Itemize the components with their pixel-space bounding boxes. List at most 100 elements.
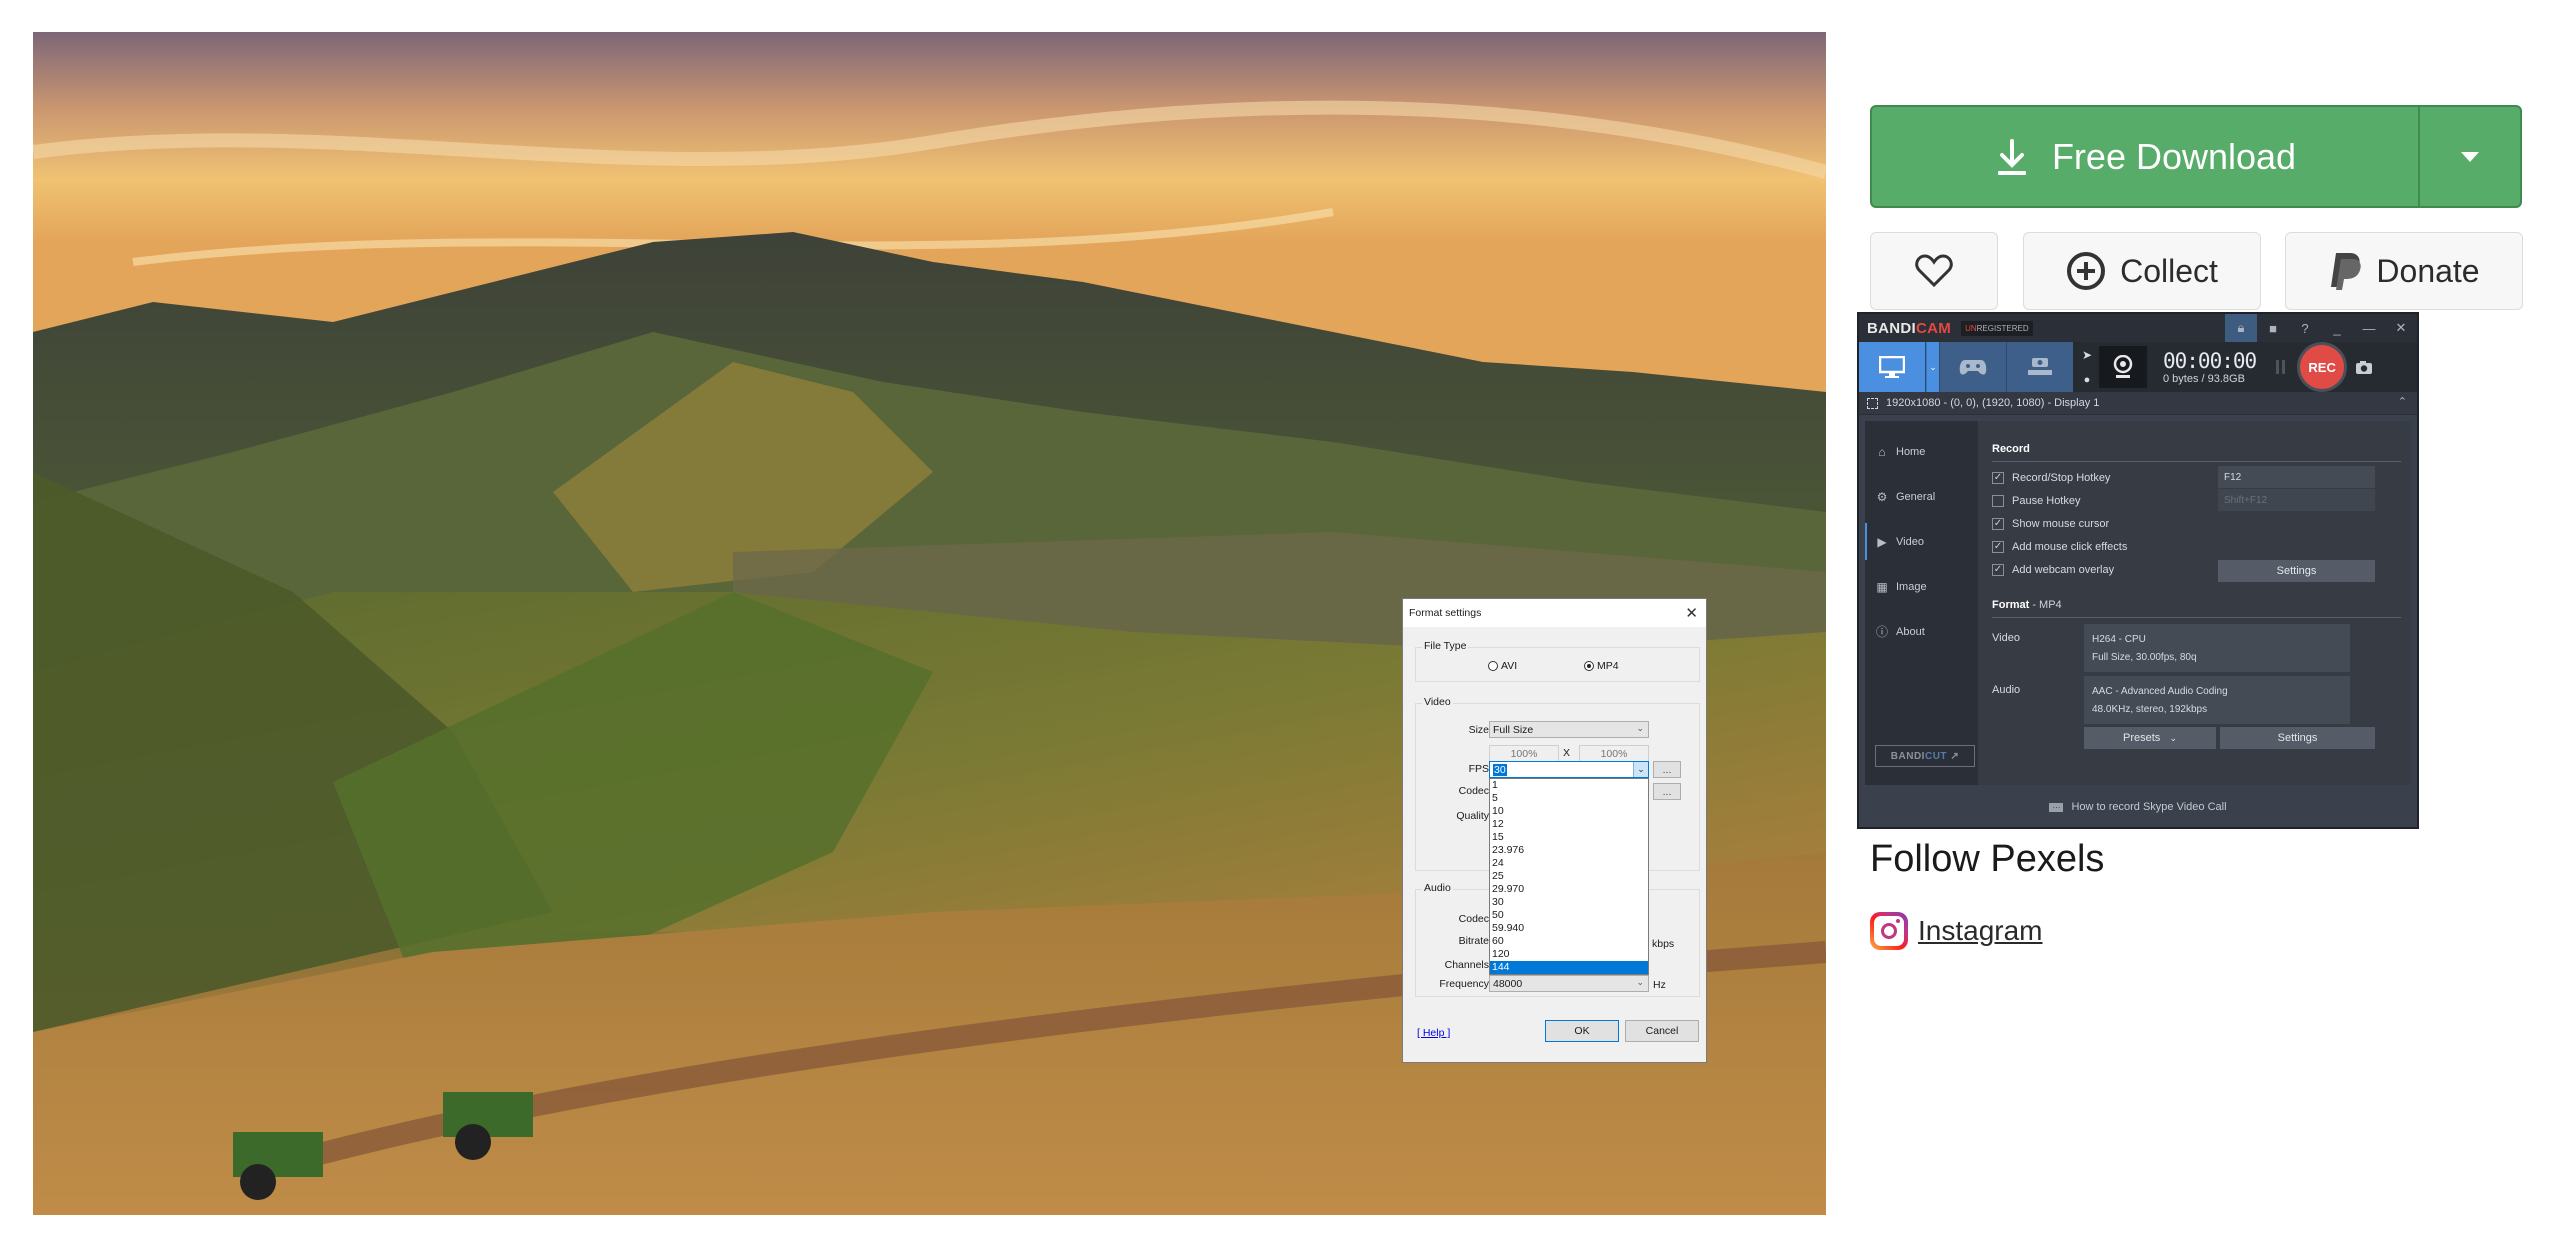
- chevron-up-icon[interactable]: ⌃: [2398, 395, 2407, 408]
- free-download-main[interactable]: Free Download: [1872, 107, 2418, 206]
- region-icon: [1867, 397, 1878, 409]
- free-download-label: Free Download: [2051, 135, 2297, 177]
- ok-button[interactable]: OK: [1545, 1020, 1619, 1042]
- recording-status: 00:00:00 0 bytes / 93.8GB: [2163, 342, 2257, 392]
- fps-option[interactable]: 23.976: [1490, 844, 1648, 857]
- screenshot-button[interactable]: [2355, 342, 2373, 392]
- fps-option[interactable]: 29.970: [1490, 883, 1648, 896]
- width-percent-field[interactable]: 100%: [1489, 745, 1559, 762]
- bandicam-logo: BANDICAM: [1867, 319, 1952, 337]
- fps-select[interactable]: 30 ⌄: [1489, 761, 1649, 778]
- pause-hotkey-checkbox[interactable]: [1992, 494, 2004, 507]
- fps-dropdown-list: 1 5 10 12 15 23.976 24 25 29.970 30 50 59.940 60 120 1…: [1489, 778, 1649, 975]
- webcam-overlay-checkbox[interactable]: ✓: [1992, 563, 2004, 576]
- lock-icon[interactable]: 🔒︎: [2225, 314, 2257, 342]
- plus-circle-icon: [2067, 252, 2106, 290]
- option-show-mouse-cursor: ✓ Show mouse cursor: [1992, 517, 2110, 530]
- option-mouse-click-effects: ✓ Add mouse click effects: [1992, 540, 2128, 553]
- option-webcam-overlay: ✓ Add webcam overlay Settings: [1992, 558, 2401, 582]
- device-mode-button[interactable]: [2007, 342, 2073, 392]
- fps-option[interactable]: 120: [1490, 948, 1648, 961]
- chevron-down-icon: ⌄: [1636, 977, 1644, 987]
- nav-video[interactable]: ▶ Video: [1865, 519, 1978, 564]
- recording-timer: 00:00:00: [2163, 349, 2257, 373]
- follow-heading: Follow Pexels: [1870, 838, 2105, 880]
- webcam-button[interactable]: [2099, 346, 2147, 388]
- fps-more-button[interactable]: ...: [1653, 761, 1681, 778]
- heart-icon: [1915, 254, 1953, 288]
- folder-icon[interactable]: ■: [2257, 314, 2289, 342]
- microphone-icon[interactable]: ●: [2084, 374, 2091, 386]
- free-download-button[interactable]: Free Download: [1870, 105, 2522, 208]
- tip-link[interactable]: ⋯ How to record Skype Video Call: [1859, 787, 2417, 827]
- presets-button[interactable]: Presets ⌄: [2084, 727, 2216, 749]
- format-heading: Format - MP4: [1992, 599, 2401, 618]
- hdmi-icon: [2028, 358, 2052, 375]
- cancel-button[interactable]: Cancel: [1625, 1020, 1699, 1042]
- click-effects-checkbox[interactable]: ✓: [1992, 540, 2004, 553]
- fps-option[interactable]: 50: [1490, 909, 1648, 922]
- show-cursor-checkbox[interactable]: ✓: [1992, 517, 2004, 530]
- tractor-wheel: [455, 1124, 491, 1160]
- favorite-button[interactable]: [1870, 232, 1998, 310]
- dialog-title-bar: Format settings ✕: [1403, 599, 1706, 627]
- game-mode-button[interactable]: [1940, 342, 2007, 392]
- help-link[interactable]: [ Help ]: [1417, 1027, 1450, 1039]
- gamepad-icon: [1959, 360, 1987, 375]
- frequency-select[interactable]: 48000 ⌄: [1489, 975, 1649, 992]
- chat-icon: ⋯: [2049, 802, 2064, 812]
- fps-option[interactable]: 30: [1490, 896, 1648, 909]
- fps-option[interactable]: 12: [1490, 818, 1648, 831]
- record-hotkey-field[interactable]: F12: [2218, 466, 2375, 488]
- minimize-icon[interactable]: —: [2353, 314, 2385, 342]
- chevron-down-icon: ⌄: [1633, 762, 1648, 777]
- minimize-mini-icon[interactable]: _: [2321, 314, 2353, 342]
- webcam-settings-button[interactable]: Settings: [2218, 560, 2375, 582]
- fps-option[interactable]: 24: [1490, 857, 1648, 870]
- download-options-dropdown[interactable]: [2418, 107, 2520, 206]
- tractor: [443, 1092, 533, 1137]
- nav-image[interactable]: ▦ Image: [1865, 564, 1978, 609]
- nav-about[interactable]: ⓘ About: [1865, 609, 1978, 654]
- instagram-link[interactable]: Instagram: [1870, 912, 2043, 950]
- screen-mode-button[interactable]: [1859, 342, 1926, 392]
- paypal-icon: [2331, 253, 2362, 290]
- help-icon[interactable]: ?: [2289, 314, 2321, 342]
- fps-option[interactable]: 5: [1490, 792, 1648, 805]
- fps-option[interactable]: 25: [1490, 870, 1648, 883]
- capture-area-bar[interactable]: 1920x1080 - (0, 0), (1920, 1080) - Displ…: [1859, 392, 2417, 415]
- fps-option[interactable]: 59.940: [1490, 922, 1648, 935]
- monitor-icon: [1879, 356, 1905, 378]
- fps-option[interactable]: 15: [1490, 831, 1648, 844]
- fps-option[interactable]: 60: [1490, 935, 1648, 948]
- avi-radio[interactable]: AVI: [1488, 660, 1517, 672]
- download-icon: [1997, 138, 2026, 175]
- height-percent-field[interactable]: 100%: [1579, 745, 1649, 762]
- record-hotkey-checkbox[interactable]: ✓: [1992, 471, 2004, 484]
- gear-icon: ⚙: [1876, 489, 1888, 504]
- cursor-icon[interactable]: ➤: [2082, 348, 2092, 362]
- close-icon[interactable]: ✕: [1685, 604, 1698, 622]
- codec-more-button[interactable]: ...: [1653, 783, 1681, 800]
- nav-home[interactable]: ⌂ Home: [1865, 429, 1978, 474]
- bandicut-button[interactable]: BANDI CUT ↗: [1875, 745, 1975, 767]
- collect-button[interactable]: Collect: [2023, 232, 2261, 310]
- video-settings-panel: Record ✓ Record/Stop Hotkey F12 Pause Ho…: [1978, 421, 2411, 785]
- nav-general[interactable]: ⚙ General: [1865, 474, 1978, 519]
- pause-hotkey-field[interactable]: Shift+F12: [2218, 489, 2375, 511]
- capture-area-label: 1920x1080 - (0, 0), (1920, 1080) - Displ…: [1886, 397, 2100, 409]
- fps-option[interactable]: 10: [1490, 805, 1648, 818]
- mp4-radio[interactable]: MP4: [1584, 660, 1619, 672]
- rec-button[interactable]: REC: [2297, 342, 2348, 392]
- fps-option[interactable]: 144: [1490, 961, 1648, 974]
- donate-button[interactable]: Donate: [2285, 232, 2523, 310]
- bandicam-title-bar: BANDICAM UNREGISTERED 🔒︎ ■ ? _ — ✕: [1859, 314, 2417, 342]
- format-settings-button[interactable]: Settings: [2220, 727, 2375, 749]
- size-select[interactable]: Full Size ⌄: [1489, 721, 1649, 738]
- close-icon[interactable]: ✕: [2385, 314, 2417, 342]
- audio-format-row: Audio AAC - Advanced Audio Coding 48.0KHz…: [1992, 676, 2401, 724]
- fps-option[interactable]: 1: [1490, 779, 1648, 792]
- camera-icon: [2356, 360, 2373, 374]
- screen-mode-dropdown[interactable]: ⌄: [1926, 342, 1940, 392]
- pause-button[interactable]: [2276, 342, 2286, 392]
